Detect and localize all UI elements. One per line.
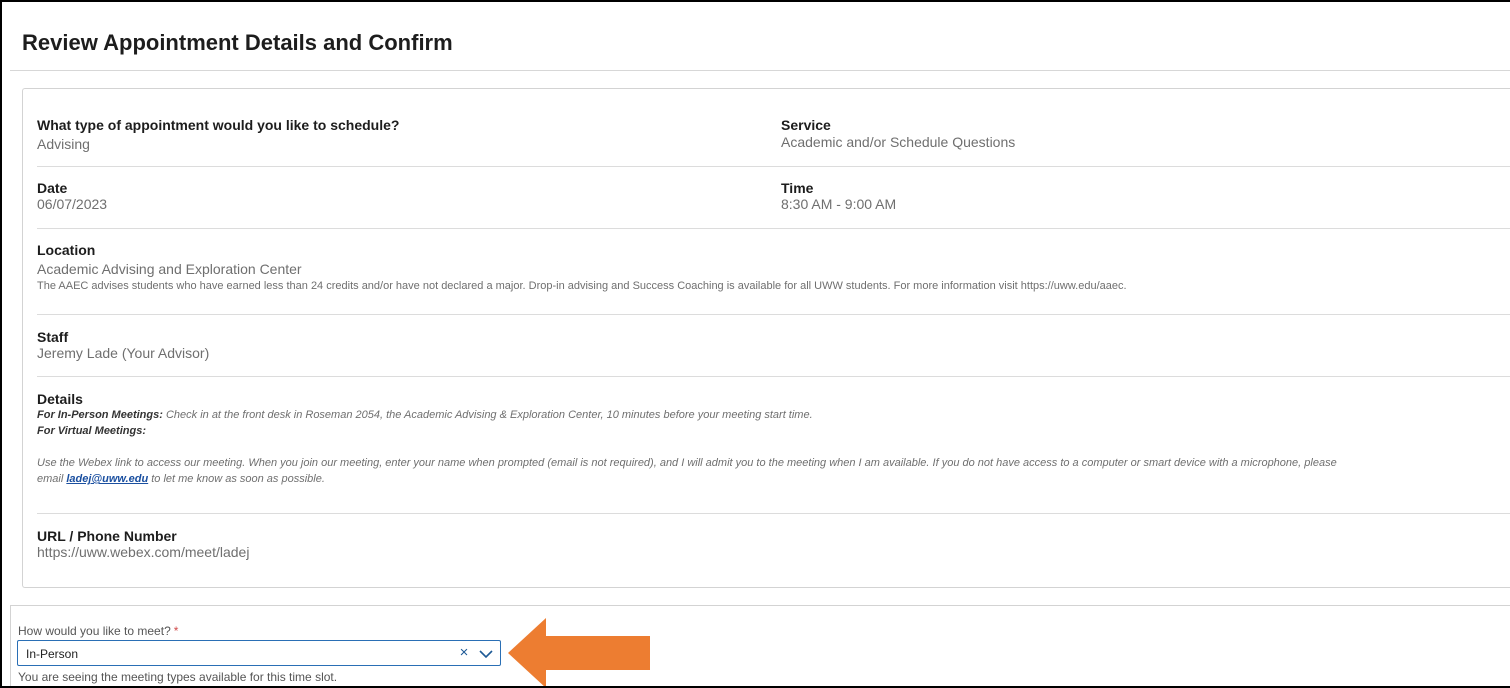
row-location: Location Academic Advising and Explorati…	[37, 229, 1510, 315]
meeting-type-helper: You are seeing the meeting types availab…	[18, 670, 338, 684]
virtual-text-1: Use the Webex link to access our meeting…	[37, 457, 1337, 469]
location-description: The AAEC advises students who have earne…	[37, 280, 1127, 292]
in-person-instructions: For In-Person Meetings: Check in at the …	[37, 407, 1507, 423]
appointment-review-page: Review Appointment Details and Confirm W…	[0, 0, 1510, 688]
date-field: Date 06/07/2023	[37, 180, 107, 213]
meeting-type-label-text: How would you like to meet?	[18, 624, 171, 638]
page-title: Review Appointment Details and Confirm	[22, 30, 453, 55]
time-field: Time 8:30 AM - 9:00 AM	[781, 180, 896, 213]
meeting-type-card: How would you like to meet? * In-Person ×…	[10, 605, 1510, 686]
meeting-type-label: How would you like to meet? *	[18, 624, 178, 638]
row-appointment-type: What type of appointment would you like …	[37, 111, 1510, 167]
chevron-down-icon[interactable]	[477, 645, 495, 663]
staff-value: Jeremy Lade (Your Advisor)	[37, 345, 210, 361]
date-value: 06/07/2023	[37, 196, 108, 212]
appointment-type-value: Advising	[37, 136, 90, 152]
title-divider	[10, 70, 1510, 71]
url-value: https://uww.webex.com/meet/ladej	[37, 544, 250, 560]
virtual-text-3: to let me know as soon as possible.	[148, 473, 325, 485]
url-field: URL / Phone Number https://uww.webex.com…	[37, 528, 249, 561]
time-value: 8:30 AM - 9:00 AM	[781, 196, 897, 212]
meeting-type-select[interactable]: In-Person ×	[17, 640, 501, 666]
row-staff: Staff Jeremy Lade (Your Advisor)	[37, 315, 1510, 377]
staff-field: Staff Jeremy Lade (Your Advisor)	[37, 329, 209, 362]
row-url: URL / Phone Number https://uww.webex.com…	[37, 514, 1510, 574]
details-field: Details For In-Person Meetings: Check in…	[37, 391, 1507, 487]
appointment-details-card: What type of appointment would you like …	[22, 88, 1510, 588]
location-field: Location Academic Advising and Explorati…	[37, 242, 1127, 294]
location-label: Location	[37, 242, 96, 258]
appointment-type-label: What type of appointment would you like …	[37, 117, 400, 133]
time-label: Time	[781, 180, 814, 196]
service-field: Service Academic and/or Schedule Questio…	[781, 117, 1015, 151]
details-label: Details	[37, 391, 83, 407]
advisor-email-link[interactable]: ladej@uww.edu	[66, 473, 148, 485]
virtual-instructions: Use the Webex link to access our meeting…	[37, 455, 1507, 471]
virtual-instructions-2: email ladej@uww.edu to let me know as so…	[37, 471, 1507, 487]
date-label: Date	[37, 180, 68, 196]
in-person-heading: For In-Person Meetings:	[37, 409, 163, 421]
required-asterisk: *	[173, 624, 179, 638]
appointment-type-field: What type of appointment would you like …	[37, 117, 399, 153]
virtual-heading: For Virtual Meetings:	[37, 425, 146, 437]
url-label: URL / Phone Number	[37, 528, 177, 544]
meeting-type-selected-value: In-Person	[26, 647, 79, 661]
location-value: Academic Advising and Exploration Center	[37, 261, 302, 277]
row-date-time: Date 06/07/2023 Time 8:30 AM - 9:00 AM	[37, 167, 1510, 229]
row-details: Details For In-Person Meetings: Check in…	[37, 377, 1510, 514]
service-label: Service	[781, 117, 831, 133]
clear-icon[interactable]: ×	[455, 643, 473, 663]
service-value: Academic and/or Schedule Questions	[781, 134, 1016, 150]
in-person-text: Check in at the front desk in Roseman 20…	[162, 409, 813, 421]
annotation-arrow-icon	[508, 618, 650, 686]
virtual-text-2: email	[37, 473, 67, 485]
staff-label: Staff	[37, 329, 69, 345]
virtual-heading-line: For Virtual Meetings:	[37, 423, 1507, 439]
